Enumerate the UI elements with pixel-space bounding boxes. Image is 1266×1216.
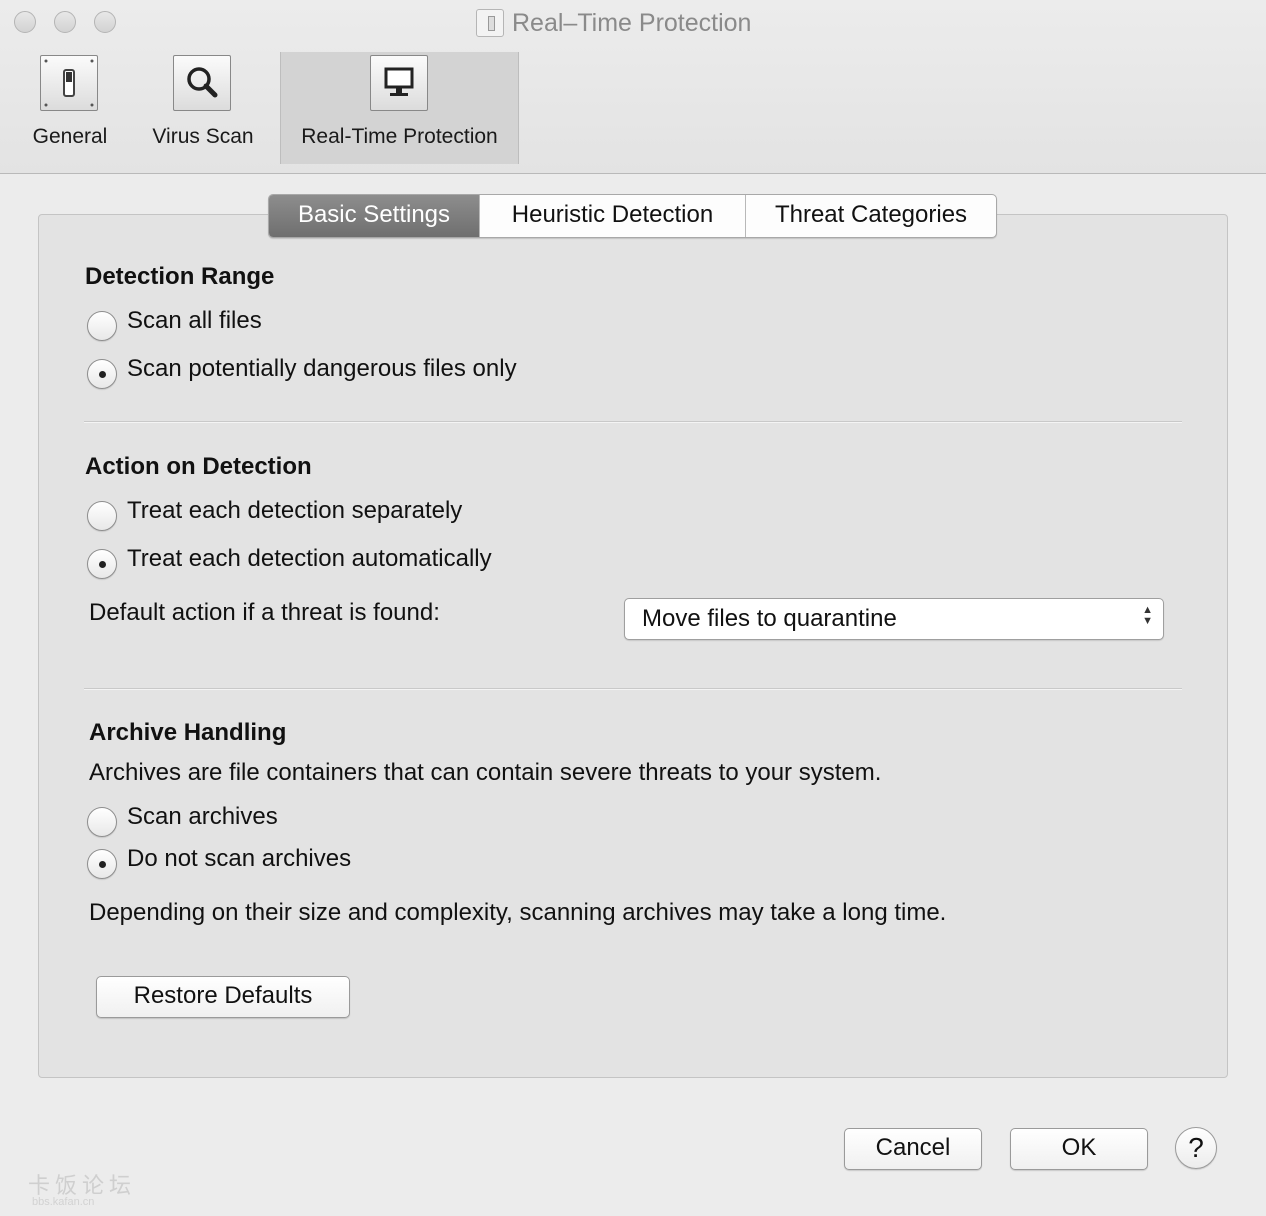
zoom-window-button[interactable]	[94, 11, 116, 33]
radio-scan-archives-label[interactable]: Scan archives	[127, 803, 278, 831]
restore-defaults-button[interactable]: Restore Defaults	[96, 976, 350, 1018]
updown-arrows-icon: ▲ ▼	[1142, 604, 1153, 627]
radio-scan-dangerous-only[interactable]	[87, 359, 117, 389]
radio-scan-archives[interactable]	[87, 807, 117, 837]
radio-scan-all-files-label[interactable]: Scan all files	[127, 307, 262, 335]
toolbar-general-label: General	[32, 125, 108, 148]
archive-handling-description: Archives are file containers that can co…	[89, 759, 882, 786]
radio-treat-automatically-label[interactable]: Treat each detection automatically	[127, 545, 492, 573]
archive-handling-note: Depending on their size and complexity, …	[89, 899, 947, 926]
default-action-value: Move files to quarantine	[642, 605, 897, 632]
radio-scan-dangerous-only-label[interactable]: Scan potentially dangerous files only	[127, 355, 517, 383]
section-divider	[84, 688, 1182, 690]
ok-button[interactable]: OK	[1010, 1128, 1148, 1170]
default-action-select[interactable]: Move files to quarantine ▲ ▼	[624, 598, 1164, 640]
window-title-text: Real–Time Protection	[512, 8, 752, 37]
detection-range-heading: Detection Range	[85, 263, 275, 290]
tab-bar: Basic Settings Heuristic Detection Threa…	[268, 194, 997, 238]
minimize-window-button[interactable]	[54, 11, 76, 33]
toolbar-real-time-protection[interactable]: Real-Time Protection	[280, 52, 519, 164]
cancel-button[interactable]: Cancel	[844, 1128, 982, 1170]
monitor-icon	[370, 55, 428, 111]
magnifier-icon	[173, 55, 231, 111]
toolbar-virus-scan-label: Virus Scan	[152, 125, 254, 148]
help-button[interactable]: ?	[1175, 1127, 1217, 1169]
archive-handling-heading: Archive Handling	[89, 719, 287, 746]
tab-threat-categories[interactable]: Threat Categories	[745, 195, 996, 237]
radio-treat-automatically[interactable]	[87, 549, 117, 579]
radio-treat-separately[interactable]	[87, 501, 117, 531]
section-divider	[84, 421, 1182, 423]
default-action-label: Default action if a threat is found:	[89, 599, 440, 626]
toolbar-real-time-protection-label: Real-Time Protection	[301, 125, 498, 148]
toolbar-general[interactable]: General	[14, 52, 126, 164]
radio-scan-all-files[interactable]	[87, 311, 117, 341]
settings-panel	[38, 214, 1228, 1078]
toolbar-virus-scan[interactable]: Virus Scan	[144, 52, 262, 164]
tab-heuristic-detection[interactable]: Heuristic Detection	[479, 195, 745, 237]
watermark-url: bbs.kafan.cn	[32, 1196, 95, 1208]
tab-basic-settings[interactable]: Basic Settings	[269, 195, 479, 237]
window-toolbar: Real–Time Protection General Virus Scan	[0, 0, 1266, 174]
close-window-button[interactable]	[14, 11, 36, 33]
switch-icon	[40, 55, 98, 111]
radio-do-not-scan-archives[interactable]	[87, 849, 117, 879]
radio-treat-separately-label[interactable]: Treat each detection separately	[127, 497, 462, 525]
app-icon	[476, 9, 504, 37]
radio-do-not-scan-archives-label[interactable]: Do not scan archives	[127, 845, 351, 873]
action-on-detection-heading: Action on Detection	[85, 453, 312, 480]
window-title: Real–Time Protection	[476, 6, 751, 40]
